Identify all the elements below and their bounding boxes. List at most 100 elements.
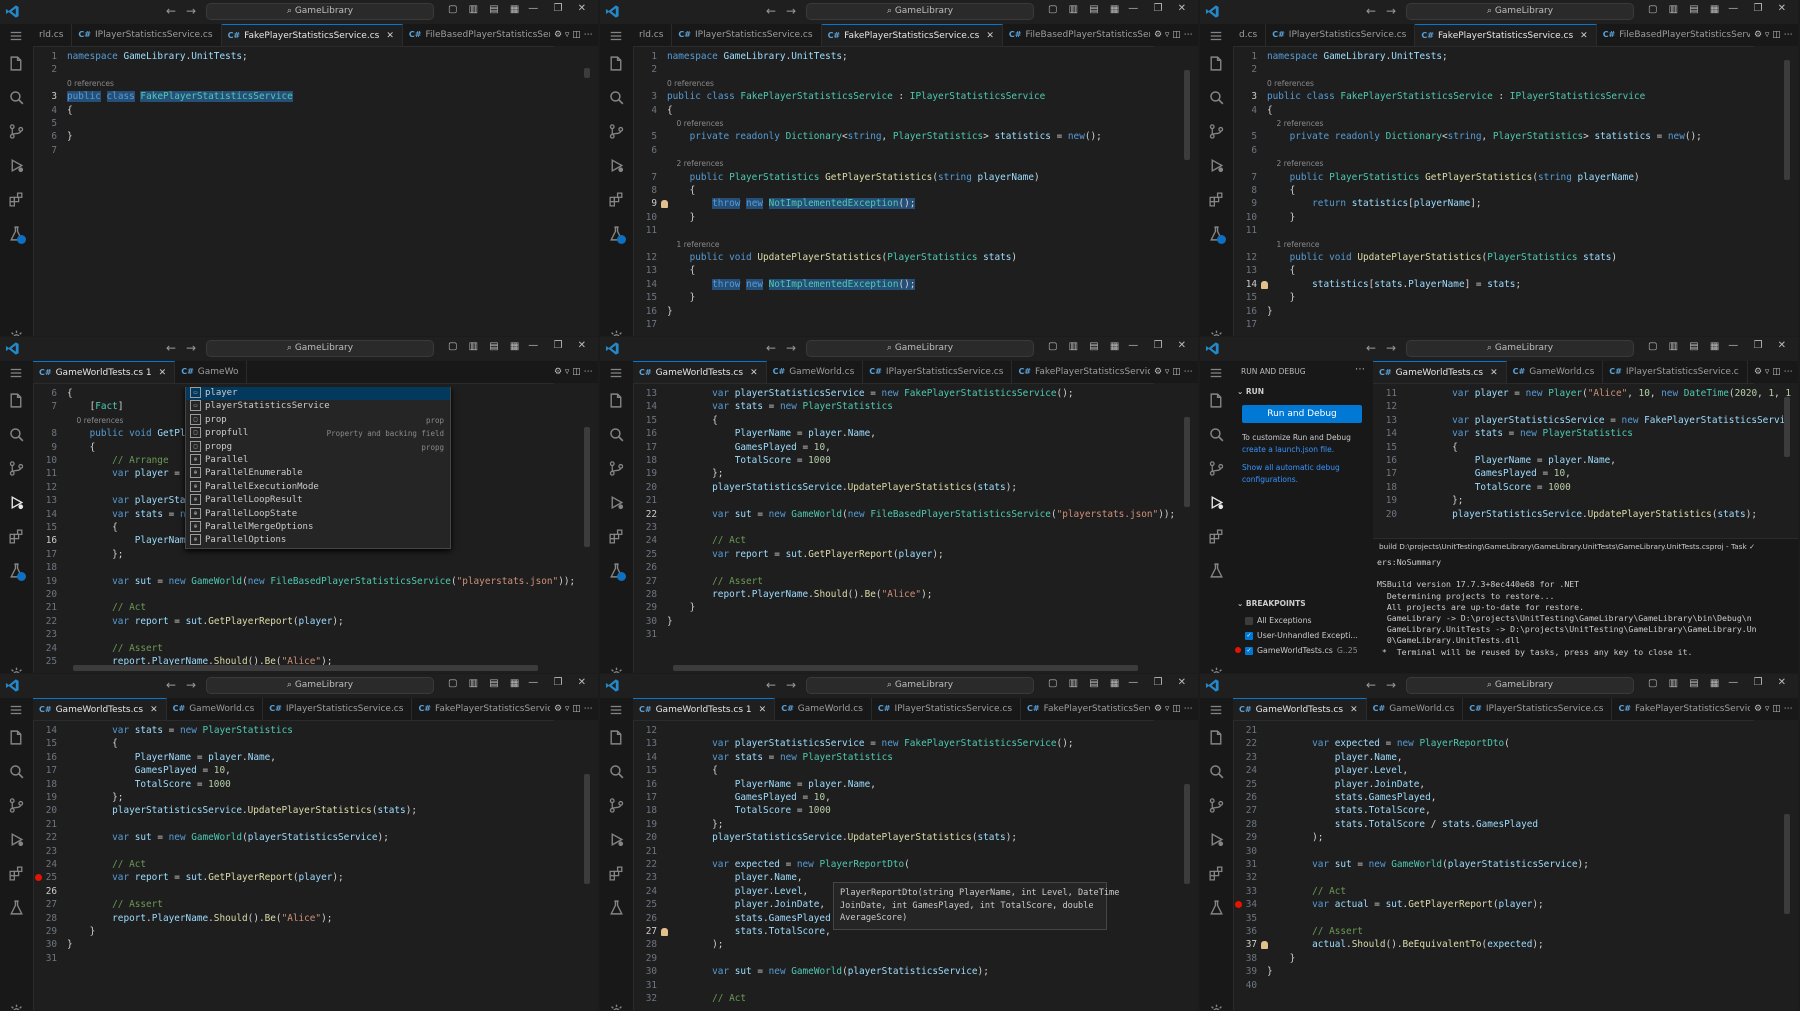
editor-actions[interactable]: ⚙ ▿ ◫ ⋯ — [1150, 361, 1198, 383]
horizontal-scrollbar[interactable] — [673, 665, 1138, 671]
code-editor[interactable]: 21 22 var expected = new PlayerReportDto(… — [1233, 724, 1798, 1010]
explorer-icon[interactable] — [8, 392, 25, 409]
lightbulb-icon[interactable] — [661, 200, 668, 209]
suggestion-item[interactable]: □ propfull Property and backing field — [186, 427, 450, 440]
editor-tab[interactable]: C# GameWorldTests.cs ✕ — [33, 698, 167, 720]
breakpoints-header[interactable]: ⌄ BREAKPOINTS — [1237, 599, 1306, 608]
autocomplete-suggestions[interactable]: ▭ player ▭ playerStatisticsService □ prop prop… — [185, 387, 451, 549]
explorer-icon[interactable] — [1208, 392, 1225, 409]
editor-tab[interactable]: C# FileBasedPlayerStatisticsServic — [1003, 24, 1154, 46]
layout-controls[interactable]: ▢ ▥ ▤ ▦ — [1648, 678, 1723, 694]
editor-tab[interactable]: C# FakePlayerStatisticsService.cs ✕ — [1415, 24, 1597, 46]
editor-tab[interactable]: C# IPlayerStatisticsService.cs — [863, 361, 1013, 383]
extensions-icon[interactable] — [8, 865, 25, 882]
extensions-icon[interactable] — [8, 528, 25, 545]
source-control-icon[interactable] — [608, 460, 625, 477]
manage-gear-icon[interactable] — [8, 329, 25, 336]
command-center-search[interactable]: ⌕ GameLibrary — [806, 3, 1034, 20]
suggestion-item[interactable]: ⊕ ParallelEnumerable — [186, 467, 450, 480]
menu-icon[interactable] — [608, 28, 624, 42]
suggestion-item[interactable]: ⊕ ParallelExecutionMode — [186, 480, 450, 494]
source-control-icon[interactable] — [8, 460, 25, 477]
editor-tab[interactable]: C# FakePlayerStatisticsServ — [1021, 698, 1154, 720]
codelens-references[interactable]: 0 references — [67, 79, 114, 88]
editor-tab[interactable]: C# IPlayerStatisticsService.cs — [72, 24, 222, 46]
tab-close-icon[interactable]: ✕ — [1350, 705, 1358, 715]
horizontal-scrollbar[interactable] — [73, 665, 538, 671]
window-controls[interactable]: — ❐ ✕ — [528, 677, 592, 694]
nav-back-button[interactable]: ← — [166, 678, 176, 692]
tab-close-icon[interactable]: ✕ — [750, 368, 758, 378]
code-editor[interactable]: 6{7 [Fact] 0 references8 public void Get… — [33, 387, 598, 673]
manage-gear-icon[interactable] — [1208, 666, 1225, 673]
breakpoint-item[interactable]: ✓ GameWorldTests.cs G..25 — [1235, 646, 1358, 655]
nav-back-button[interactable]: ← — [166, 4, 176, 18]
vertical-scrollbar[interactable] — [1784, 60, 1790, 180]
search-icon[interactable] — [8, 426, 25, 443]
window-controls[interactable]: — ❐ ✕ — [1128, 340, 1192, 357]
vertical-scrollbar[interactable] — [1184, 784, 1190, 884]
codelens-references[interactable]: 0 references — [1267, 79, 1314, 88]
editor-tab[interactable]: C# IPlayerStatisticsService.cs — [263, 698, 413, 720]
command-center-search[interactable]: ⌕ GameLibrary — [1406, 677, 1634, 694]
layout-controls[interactable]: ▢ ▥ ▤ ▦ — [1048, 678, 1123, 694]
run-debug-icon[interactable] — [608, 494, 625, 511]
window-controls[interactable]: — ❐ ✕ — [1128, 677, 1192, 694]
explorer-icon[interactable] — [8, 55, 25, 72]
run-debug-link[interactable]: Show all automatic debug — [1242, 463, 1340, 472]
search-icon[interactable] — [8, 89, 25, 106]
layout-controls[interactable]: ▢ ▥ ▤ ▦ — [1048, 4, 1123, 20]
search-icon[interactable] — [608, 763, 625, 780]
run-debug-link[interactable]: configurations. — [1242, 475, 1298, 484]
window-controls[interactable]: — ❐ ✕ — [1728, 3, 1792, 20]
vertical-scrollbar[interactable] — [584, 427, 590, 547]
explorer-icon[interactable] — [1208, 55, 1225, 72]
editor-tab[interactable]: C# IPlayerStatisticsService.cs — [872, 698, 1022, 720]
editor-tab[interactable]: C# GameWorld.cs — [767, 361, 864, 383]
vertical-scrollbar[interactable] — [1184, 70, 1190, 160]
window-controls[interactable]: — ❐ ✕ — [1728, 340, 1792, 357]
terminal-panel[interactable]: build D:\projects\UnitTesting\GameLibrar… — [1373, 538, 1798, 673]
extensions-icon[interactable] — [1208, 528, 1225, 545]
editor-tab[interactable]: C# FakePlayerStatisticsService.cs ✕ — [221, 24, 403, 46]
nav-back-button[interactable]: ← — [766, 4, 776, 18]
testing-icon[interactable] — [608, 899, 625, 916]
suggestion-item[interactable]: □ prop prop — [186, 413, 450, 427]
explorer-icon[interactable] — [1208, 729, 1225, 746]
editor-tab[interactable]: C# IPlayerStatisticsService.cs — [1463, 698, 1613, 720]
layout-controls[interactable]: ▢ ▥ ▤ ▦ — [448, 678, 523, 694]
codelens-references[interactable]: 2 references — [1267, 119, 1324, 128]
editor-actions[interactable]: ⚙ ▿ ◫ ⋯ — [550, 24, 598, 46]
manage-gear-icon[interactable] — [608, 666, 625, 673]
source-control-icon[interactable] — [608, 797, 625, 814]
layout-controls[interactable]: ▢ ▥ ▤ ▦ — [1048, 341, 1123, 357]
run-debug-icon[interactable] — [608, 157, 625, 174]
run-debug-icon[interactable] — [608, 831, 625, 848]
vertical-scrollbar[interactable] — [1184, 417, 1190, 507]
vscode-logo-icon[interactable] — [1205, 4, 1220, 19]
window-controls[interactable]: — ❐ ✕ — [1728, 677, 1792, 694]
editor-actions[interactable]: ⚙ ▿ ◫ ⋯ — [1150, 698, 1198, 720]
suggestion-item[interactable]: ▭ player — [186, 387, 450, 401]
breakpoint-item[interactable]: All Exceptions — [1245, 616, 1312, 625]
tab-close-icon[interactable]: ✕ — [1490, 368, 1498, 378]
editor-tab[interactable]: C# GameWorldTests.cs ✕ — [633, 361, 767, 383]
menu-icon[interactable] — [608, 702, 624, 716]
explorer-icon[interactable] — [8, 729, 25, 746]
testing-icon[interactable] — [8, 899, 25, 916]
editor-actions[interactable]: ⚙ ▿ ◫ ⋯ — [550, 361, 598, 383]
run-section-header[interactable]: ⌄ RUN — [1237, 387, 1264, 396]
lightbulb-icon[interactable] — [1261, 941, 1268, 950]
search-icon[interactable] — [1208, 763, 1225, 780]
layout-controls[interactable]: ▢ ▥ ▤ ▦ — [448, 4, 523, 20]
vscode-logo-icon[interactable] — [5, 678, 20, 693]
manage-gear-icon[interactable] — [1208, 329, 1225, 336]
lightbulb-icon[interactable] — [661, 928, 668, 936]
nav-forward-button[interactable]: → — [786, 678, 796, 692]
terminal-task-title[interactable]: build D:\projects\UnitTesting\GameLibrar… — [1379, 542, 1792, 551]
editor-tab[interactable]: C# GameWorld.cs — [1507, 361, 1604, 383]
code-editor[interactable]: 1 namespace GameLibrary.UnitTests; 2 0 refe… — [1233, 50, 1798, 336]
search-icon[interactable] — [608, 89, 625, 106]
window-controls[interactable]: — ❐ ✕ — [528, 340, 592, 357]
manage-gear-icon[interactable] — [608, 1003, 625, 1010]
